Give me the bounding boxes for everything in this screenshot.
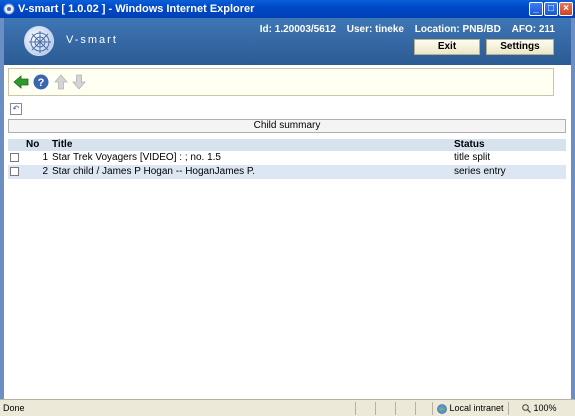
browser-status-bar: Done Local intranet 100%: [0, 399, 575, 416]
back-arrow-icon[interactable]: [13, 74, 29, 90]
row-checkbox[interactable]: [10, 152, 19, 162]
toolbar: ?: [8, 68, 554, 96]
down-arrow-icon[interactable]: [71, 74, 87, 90]
afo-label: AFO: 211: [511, 24, 555, 35]
table-header-row: No Title Status: [8, 139, 566, 151]
exit-button[interactable]: Exit: [414, 39, 480, 55]
user-label: User: tineke: [346, 24, 404, 35]
status-divider: [375, 402, 376, 415]
zoom-icon: [522, 404, 531, 414]
status-divider: [508, 402, 509, 415]
window-title-bar: V-smart [ 1.0.02 ] - Windows Internet Ex…: [0, 0, 575, 18]
row-status: series entry: [452, 165, 566, 179]
select-column-header: [8, 139, 24, 151]
svg-text:?: ?: [38, 77, 45, 89]
settings-button[interactable]: Settings: [486, 39, 554, 55]
row-checkbox[interactable]: [10, 166, 19, 176]
table-row[interactable]: 1 Star Trek Voyagers [VIDEO] : ; no. 1.5…: [8, 151, 566, 165]
close-button[interactable]: ×: [559, 2, 573, 16]
undo-icon[interactable]: ↶: [10, 103, 22, 115]
row-title[interactable]: Star Trek Voyagers [VIDEO] : ; no. 1.5: [50, 151, 452, 165]
globe-icon: [437, 403, 447, 414]
vsmart-logo-icon: [24, 26, 54, 56]
zoom-control[interactable]: 100%: [522, 400, 557, 416]
status-divider: [395, 402, 396, 415]
status-divider: [432, 402, 433, 415]
status-divider: [355, 402, 356, 415]
table-row[interactable]: 2 Star child / James P Hogan -- HoganJam…: [8, 165, 566, 179]
zoom-level: 100%: [533, 403, 557, 413]
maximize-button[interactable]: □: [544, 2, 558, 16]
help-icon[interactable]: ?: [33, 74, 49, 90]
row-number: 2: [24, 165, 50, 179]
zone-label: Local intranet: [449, 403, 504, 413]
minimize-button[interactable]: _: [529, 2, 543, 16]
location-label: Location: PNB/BD: [414, 24, 501, 35]
window-title: V-smart [ 1.0.02 ] - Windows Internet Ex…: [18, 3, 255, 15]
session-info: Id: 1.20003/5612 User: tineke Location: …: [252, 24, 555, 35]
logo-text: V-smart: [66, 34, 118, 46]
child-summary-table: No Title Status 1 Star Trek Voyagers [VI…: [8, 139, 566, 179]
app-header: V-smart Id: 1.20003/5612 User: tineke Lo…: [4, 18, 571, 65]
column-header-title: Title: [50, 139, 452, 151]
column-header-status: Status: [452, 139, 566, 151]
row-title[interactable]: Star child / James P Hogan -- HoganJames…: [50, 165, 452, 179]
app-icon: [3, 3, 15, 15]
id-label: Id: 1.20003/5612: [259, 24, 336, 35]
security-zone: Local intranet: [437, 400, 504, 416]
status-divider: [415, 402, 416, 415]
row-status: title split: [452, 151, 566, 165]
row-select-cell: [8, 151, 24, 165]
section-title: Child summary: [8, 119, 566, 133]
column-header-no: No: [24, 139, 50, 151]
main-content: ? ↶ Child summary No Title Status 1 Star…: [4, 65, 571, 399]
row-select-cell: [8, 165, 24, 179]
up-arrow-icon[interactable]: [53, 74, 69, 90]
row-number: 1: [24, 151, 50, 165]
status-text: Done: [3, 403, 25, 413]
